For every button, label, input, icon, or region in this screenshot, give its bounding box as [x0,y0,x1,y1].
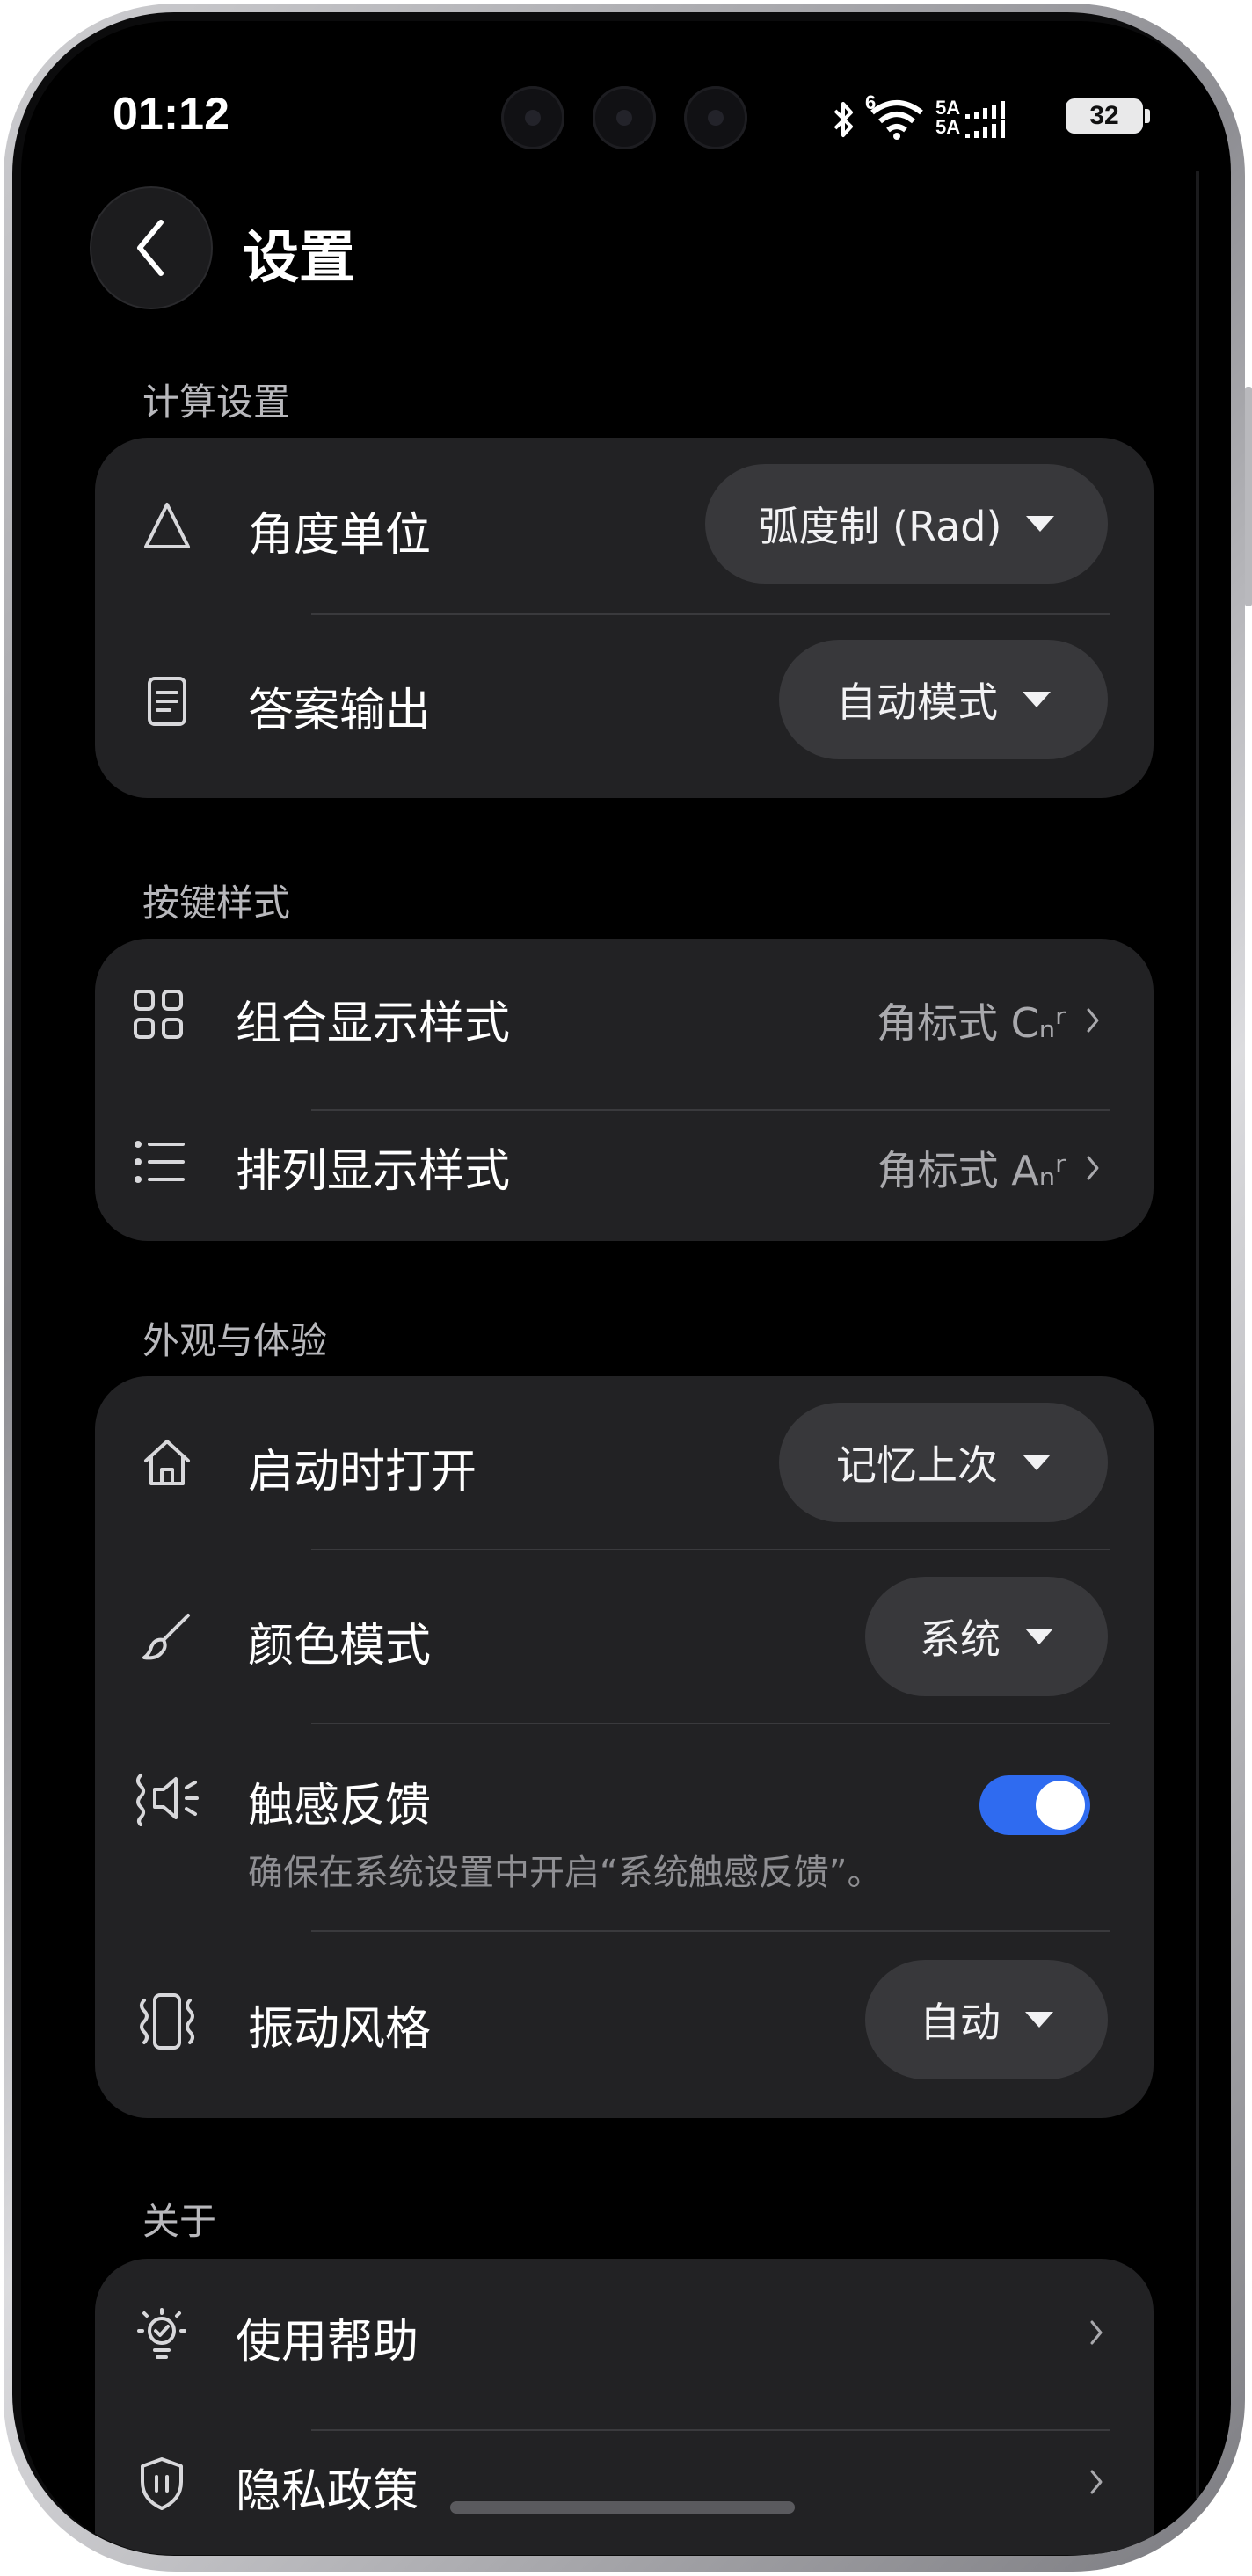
permutation-value-link[interactable]: 角标式 Aₙʳ [877,1139,1101,1197]
setting-answer-output[interactable]: 答案输出 自动模式 [95,615,1154,791]
triangle-icon [144,503,190,548]
permutation-value: 角标式 Aₙʳ [877,1147,1066,1194]
document-icon [148,677,186,726]
combination-value: 角标式 Cₙʳ [877,999,1066,1047]
setting-answer-output-label: 答案输出 [248,685,432,737]
chevron-left-icon [137,220,164,276]
front-camera [593,86,656,149]
setting-permutation-label: 排列显示样式 [236,1145,511,1198]
toggle-knob [1036,1781,1085,1830]
chevron-right-icon [1090,2470,1103,2494]
signal-icon [965,101,1005,138]
angle-unit-dropdown[interactable]: 弧度制 (Rad) [705,464,1108,584]
phone-vibrate-icon [140,1993,194,2050]
section-label-appearance: 外观与体验 [142,1319,328,1362]
chevron-right-icon [1090,2320,1103,2345]
setting-permutation-style[interactable]: 排列显示样式 角标式 Aₙʳ [95,1090,1154,1239]
section-label-about: 关于 [142,2200,217,2243]
setting-angle-unit[interactable]: 角度单位 弧度制 (Rad) [95,438,1154,613]
scrollbar[interactable] [1196,171,1199,2543]
setting-haptics-label: 触感反馈 [248,1780,432,1832]
vibration-value: 自动 [920,1999,1001,2046]
section-label-keys: 按键样式 [142,882,291,925]
card-calc: 角度单位 弧度制 (Rad) 答案输出 自动模式 [95,438,1154,798]
launch-value: 记忆上次 [836,1441,998,1489]
setting-vibration-label: 振动风格 [248,2003,432,2056]
section-label-calc: 计算设置 [142,381,291,424]
caret-down-icon [1026,516,1055,532]
screen: 01:12 6 5A 5A 32 设置 计算设置 角度单位 弧度制 (Rad) … [21,21,1231,2555]
back-button[interactable] [91,188,211,308]
caret-down-icon [1025,1629,1053,1644]
about-privacy-label: 隐私政策 [236,2465,419,2518]
page-title: 设置 [243,226,355,291]
home-icon [144,1440,190,1485]
caret-down-icon [1025,2012,1053,2028]
network-label-bottom: 5A [935,116,961,138]
setting-angle-unit-label: 角度单位 [248,509,432,562]
chevron-right-icon [1087,1008,1099,1033]
answer-output-value: 自动模式 [836,678,998,726]
wifi-icon [870,100,923,140]
status-time: 01:12 [113,89,229,140]
haptics-hint: 确保在系统设置中开启“系统触感反馈”。 [248,1853,883,1893]
card-keys: 组合显示样式 角标式 Cₙʳ 排列显示样式 角标式 Aₙʳ [95,939,1154,1241]
home-indicator[interactable] [450,2501,795,2514]
battery-tip [1145,109,1150,123]
phone-device: 01:12 6 5A 5A 32 设置 计算设置 角度单位 弧度制 (Rad) … [0,0,1252,2576]
launch-dropdown[interactable]: 记忆上次 [779,1403,1108,1522]
sensor-left [501,86,564,149]
answer-output-dropdown[interactable]: 自动模式 [779,640,1108,759]
battery-level: 32 [1066,98,1143,134]
setting-launch-label: 启动时打开 [248,1446,477,1498]
color-mode-value: 系统 [920,1615,1001,1663]
bluetooth-icon [833,102,853,137]
vibration-dropdown[interactable]: 自动 [865,1960,1108,2079]
setting-vibration[interactable]: 振动风格 自动 [95,1932,1154,2111]
card-appearance: 启动时打开 记忆上次 颜色模式 系统 触感反馈 确保在系统设置中开启“系统触感反… [95,1376,1154,2118]
vibrate-speaker-icon [136,1774,199,1826]
angle-unit-value: 弧度制 (Rad) [758,503,1002,550]
list-icon [135,1141,185,1183]
setting-color-mode-label: 颜色模式 [248,1620,432,1673]
combination-value-link[interactable]: 角标式 Cₙʳ [877,991,1101,1049]
haptics-toggle[interactable] [979,1775,1090,1835]
caret-down-icon [1023,692,1051,707]
shield-icon [141,2457,183,2510]
grid-icon [134,990,183,1039]
chevron-right-icon [1087,1156,1099,1180]
setting-combination-style[interactable]: 组合显示样式 角标式 Cₙʳ [95,939,1154,1088]
setting-combination-label: 组合显示样式 [236,998,511,1050]
setting-haptics[interactable]: 触感反馈 确保在系统设置中开启“系统触感反馈”。 [95,1724,1154,1930]
about-help[interactable]: 使用帮助 [95,2259,1154,2408]
setting-launch[interactable]: 启动时打开 记忆上次 [95,1376,1154,1549]
caret-down-icon [1023,1455,1051,1470]
setting-color-mode[interactable]: 颜色模式 系统 [95,1550,1154,1723]
network-label-top: 5A [935,97,961,119]
about-privacy[interactable]: 隐私政策 [95,2410,1154,2555]
brush-icon [142,1614,190,1660]
wifi-badge: 6 [865,91,877,113]
sensor-right [684,86,747,149]
about-help-label: 使用帮助 [236,2316,419,2369]
lightbulb-check-icon [137,2308,186,2359]
color-mode-dropdown[interactable]: 系统 [865,1577,1108,1696]
volume-button [1245,387,1252,606]
